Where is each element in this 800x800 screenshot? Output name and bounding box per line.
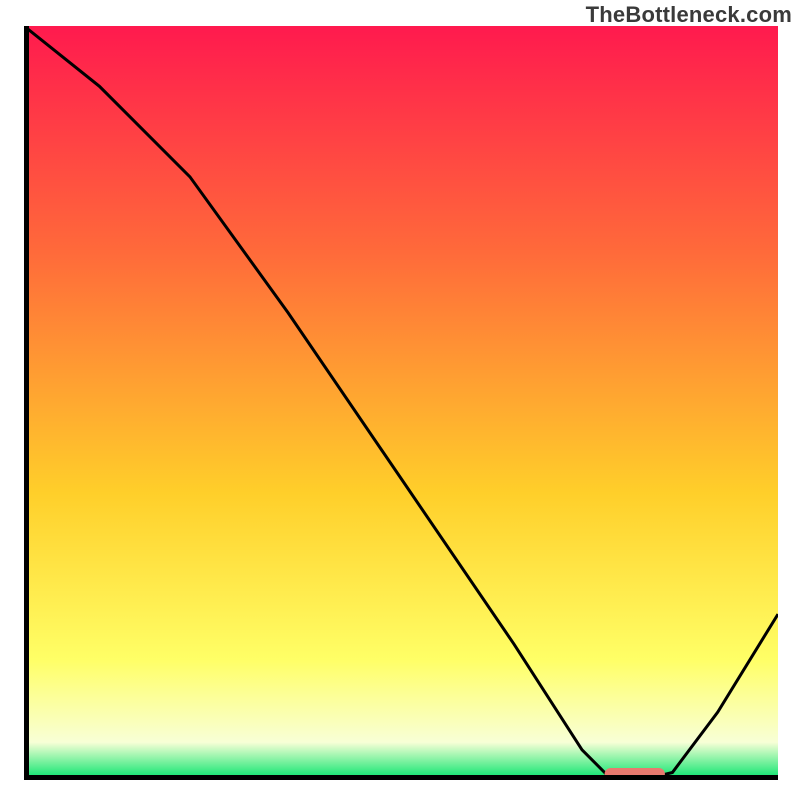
page-root: TheBottleneck.com: [0, 0, 800, 800]
chart-svg: [24, 26, 778, 780]
plot-area: [24, 26, 778, 780]
y-axis: [24, 26, 29, 780]
gradient-rect: [24, 26, 778, 780]
x-axis: [24, 775, 778, 780]
watermark-text: TheBottleneck.com: [586, 2, 792, 28]
